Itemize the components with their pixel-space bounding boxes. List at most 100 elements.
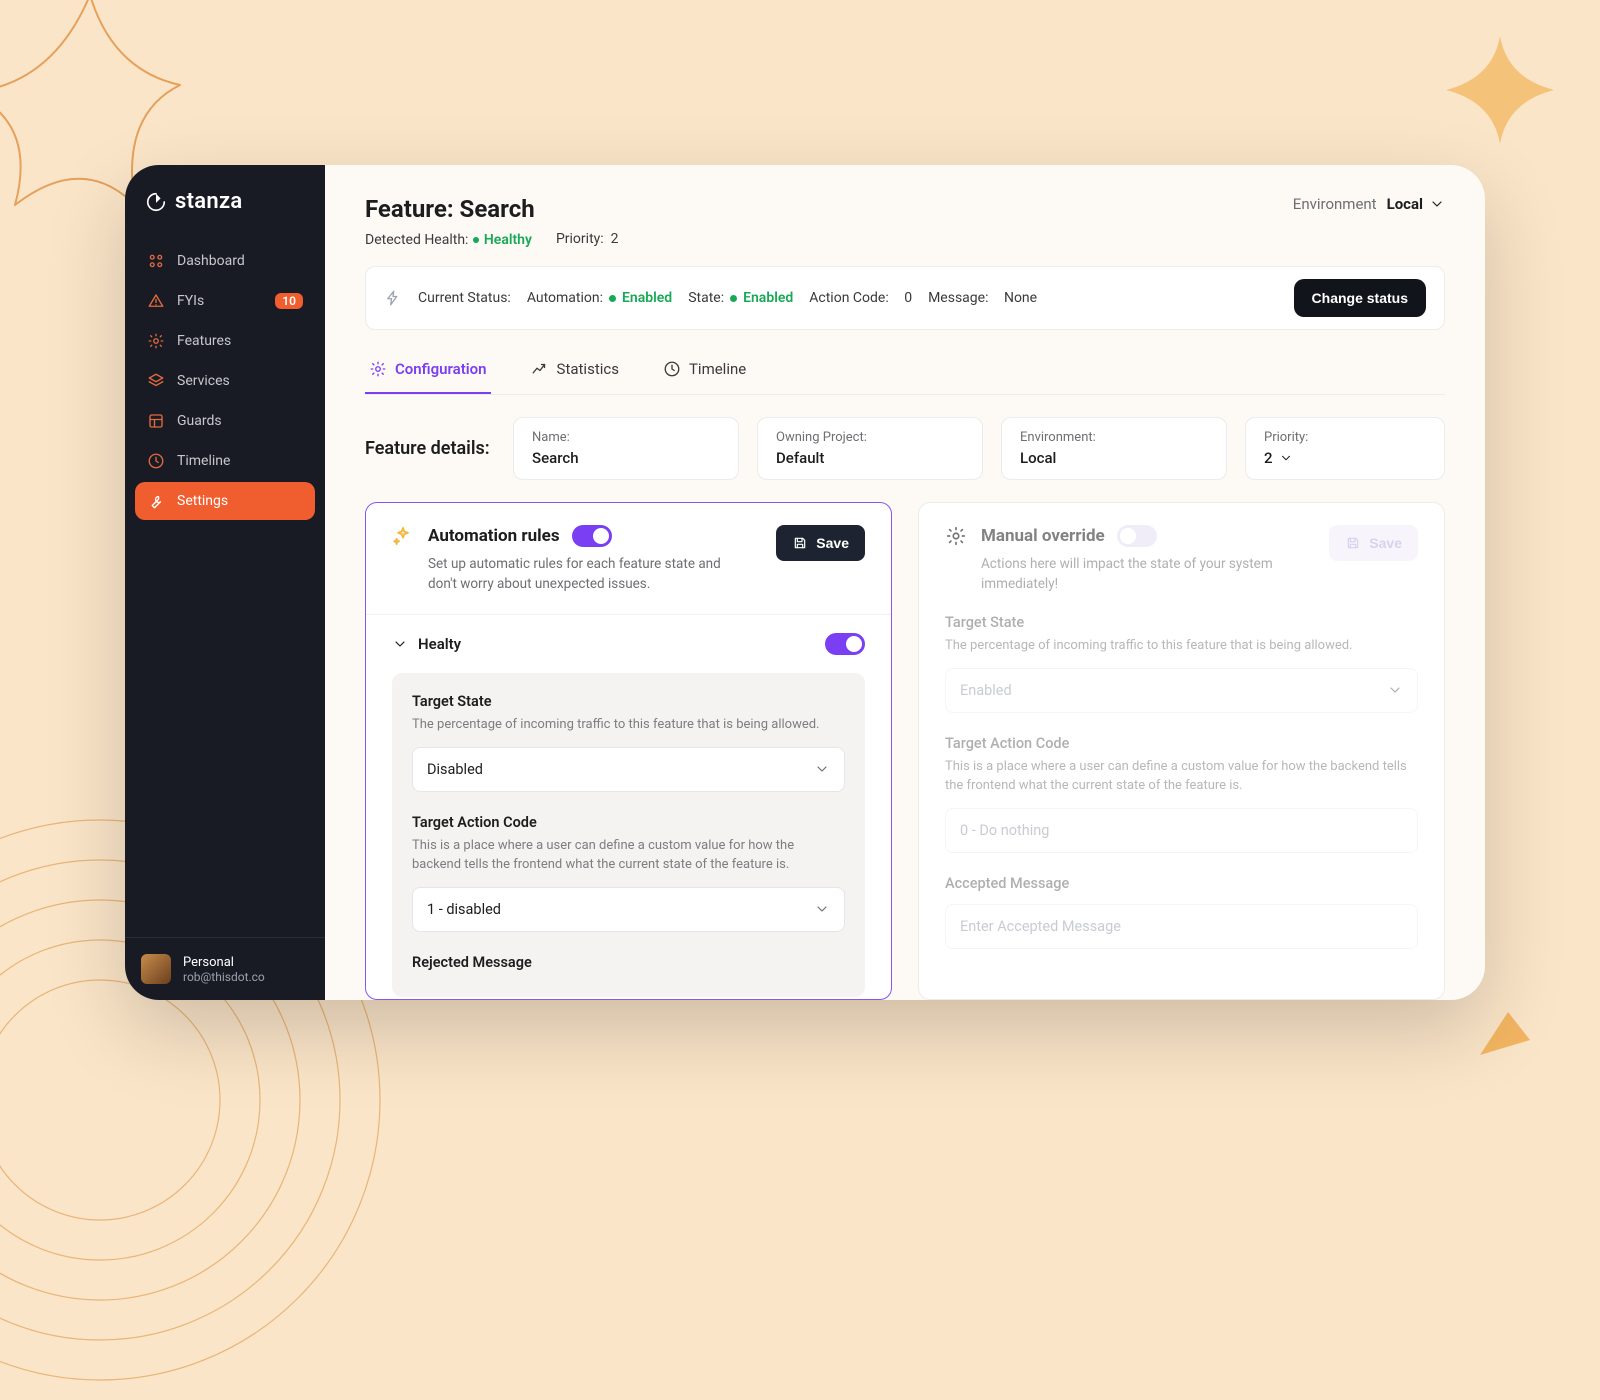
avatar bbox=[141, 954, 171, 984]
manual-action-code-title: Target Action Code bbox=[945, 735, 1418, 752]
wrench-icon bbox=[147, 492, 165, 510]
action-code-select[interactable]: 1 - disabled bbox=[412, 887, 845, 932]
sidebar-item-fyis[interactable]: FYIs 10 bbox=[135, 282, 315, 320]
auto-save-button[interactable]: Save bbox=[776, 525, 865, 561]
change-status-button[interactable]: Change status bbox=[1294, 279, 1426, 317]
logo: stanza bbox=[125, 189, 325, 242]
state-value: Enabled bbox=[743, 290, 793, 306]
save-icon bbox=[1345, 535, 1361, 551]
save-label: Save bbox=[816, 535, 849, 551]
manual-target-state-title: Target State bbox=[945, 614, 1418, 631]
nav-label: Dashboard bbox=[177, 253, 245, 269]
sidebar-item-services[interactable]: Services bbox=[135, 362, 315, 400]
sidebar-item-dashboard[interactable]: Dashboard bbox=[135, 242, 315, 280]
user-email: rob@thisdot.co bbox=[183, 970, 265, 984]
chevron-down-icon bbox=[1279, 451, 1293, 465]
logo-icon bbox=[145, 191, 167, 213]
name-key: Name: bbox=[532, 430, 720, 445]
automation-value: Enabled bbox=[622, 290, 672, 306]
manual-target-state-select[interactable]: Enabled bbox=[945, 668, 1418, 713]
save-icon bbox=[792, 535, 808, 551]
manual-action-code-input[interactable]: 0 - Do nothing bbox=[945, 808, 1418, 853]
manual-save-button[interactable]: Save bbox=[1329, 525, 1418, 561]
manual-panel: Manual override Actions here will impact… bbox=[918, 502, 1445, 1000]
feature-details-row: Feature details: Name: Search Owning Pro… bbox=[365, 417, 1445, 480]
tab-statistics[interactable]: Statistics bbox=[527, 350, 623, 394]
save-label: Save bbox=[1369, 535, 1402, 551]
nav-label: Features bbox=[177, 333, 231, 349]
nav-label: FYIs bbox=[177, 293, 204, 309]
target-state-select[interactable]: Disabled bbox=[412, 747, 845, 792]
trend-icon bbox=[531, 360, 549, 378]
detail-priority-card[interactable]: Priority: 2 bbox=[1245, 417, 1445, 480]
bg-triangle-icon bbox=[1470, 1000, 1540, 1070]
action-code-label: Action Code: bbox=[809, 290, 888, 306]
nav-label: Timeline bbox=[177, 453, 230, 469]
rejected-msg-title: Rejected Message bbox=[412, 954, 845, 971]
health-value: Healthy bbox=[484, 232, 532, 248]
project-value: Default bbox=[776, 449, 964, 467]
healthy-section-switch[interactable] bbox=[825, 633, 865, 655]
env-value: Local bbox=[1387, 195, 1423, 213]
automation-toggle[interactable] bbox=[572, 525, 612, 547]
detail-project-card: Owning Project: Default bbox=[757, 417, 983, 480]
user-name: Personal bbox=[183, 955, 265, 970]
automation-label: Automation: bbox=[527, 290, 603, 306]
sidebar-item-features[interactable]: Features bbox=[135, 322, 315, 360]
project-key: Owning Project: bbox=[776, 430, 964, 445]
main-content: Feature: Search Detected Health: ● Healt… bbox=[325, 165, 1485, 1000]
chevron-down-icon bbox=[814, 761, 830, 777]
nav-label: Services bbox=[177, 373, 230, 389]
manual-target-state-help: The percentage of incoming traffic to th… bbox=[945, 637, 1418, 656]
chevron-down-icon bbox=[392, 636, 408, 652]
tabs: Configuration Statistics Timeline bbox=[365, 350, 1445, 395]
priority-value: 2 bbox=[611, 231, 619, 247]
healthy-section-toggle[interactable]: Healty bbox=[366, 615, 891, 673]
alert-icon bbox=[147, 292, 165, 310]
sidebar-item-guards[interactable]: Guards bbox=[135, 402, 315, 440]
nav-label: Settings bbox=[177, 493, 228, 509]
details-section-label: Feature details: bbox=[365, 438, 495, 459]
sidebar-item-settings[interactable]: Settings bbox=[135, 482, 315, 520]
manual-action-code-help: This is a place where a user can define … bbox=[945, 758, 1418, 796]
auto-panel-desc: Set up automatic rules for each feature … bbox=[428, 555, 738, 594]
nav-label: Guards bbox=[177, 413, 222, 429]
bolt-icon bbox=[384, 289, 402, 307]
user-footer[interactable]: Personal rob@thisdot.co bbox=[125, 937, 325, 1000]
message-value: None bbox=[1004, 290, 1037, 306]
gear-icon bbox=[945, 525, 967, 547]
tab-label: Timeline bbox=[689, 360, 746, 378]
priority-value: 2 bbox=[1264, 449, 1273, 467]
accepted-msg-title: Accepted Message bbox=[945, 875, 1418, 892]
accepted-msg-input[interactable]: Enter Accepted Message bbox=[945, 904, 1418, 949]
priority-key: Priority: bbox=[1264, 430, 1426, 445]
tab-timeline[interactable]: Timeline bbox=[659, 350, 750, 394]
accepted-msg-placeholder: Enter Accepted Message bbox=[960, 918, 1121, 935]
meta-row: Detected Health: ● Healthy Priority: 2 bbox=[365, 231, 619, 248]
app-window: stanza Dashboard FYIs 10 Features Servic… bbox=[125, 165, 1485, 1000]
environment-picker[interactable]: Environment Local bbox=[1293, 195, 1445, 213]
tab-configuration[interactable]: Configuration bbox=[365, 350, 491, 394]
action-code-value: 0 bbox=[904, 290, 912, 306]
env-value: Local bbox=[1020, 449, 1208, 467]
detail-name-card: Name: Search bbox=[513, 417, 739, 480]
grid-icon bbox=[147, 252, 165, 270]
chevron-down-icon bbox=[814, 901, 830, 917]
clock-icon bbox=[147, 452, 165, 470]
status-bar: Current Status: Automation: Enabled Stat… bbox=[365, 266, 1445, 330]
action-code-value: 1 - disabled bbox=[427, 901, 501, 918]
priority-label: Priority: bbox=[556, 231, 604, 247]
page-title: Feature: Search bbox=[365, 195, 619, 223]
manual-panel-title: Manual override bbox=[981, 526, 1105, 546]
sidebar-item-timeline[interactable]: Timeline bbox=[135, 442, 315, 480]
manual-action-code-placeholder: 0 - Do nothing bbox=[960, 822, 1049, 839]
auto-panel-title: Automation rules bbox=[428, 526, 560, 546]
manual-toggle[interactable] bbox=[1117, 525, 1157, 547]
clock-icon bbox=[663, 360, 681, 378]
message-label: Message: bbox=[928, 290, 988, 306]
current-status-label: Current Status: bbox=[418, 290, 511, 306]
target-state-help: The percentage of incoming traffic to th… bbox=[412, 716, 845, 735]
badge: 10 bbox=[275, 293, 303, 309]
health-label: Detected Health: bbox=[365, 232, 468, 248]
nav: Dashboard FYIs 10 Features Services Guar… bbox=[125, 242, 325, 520]
